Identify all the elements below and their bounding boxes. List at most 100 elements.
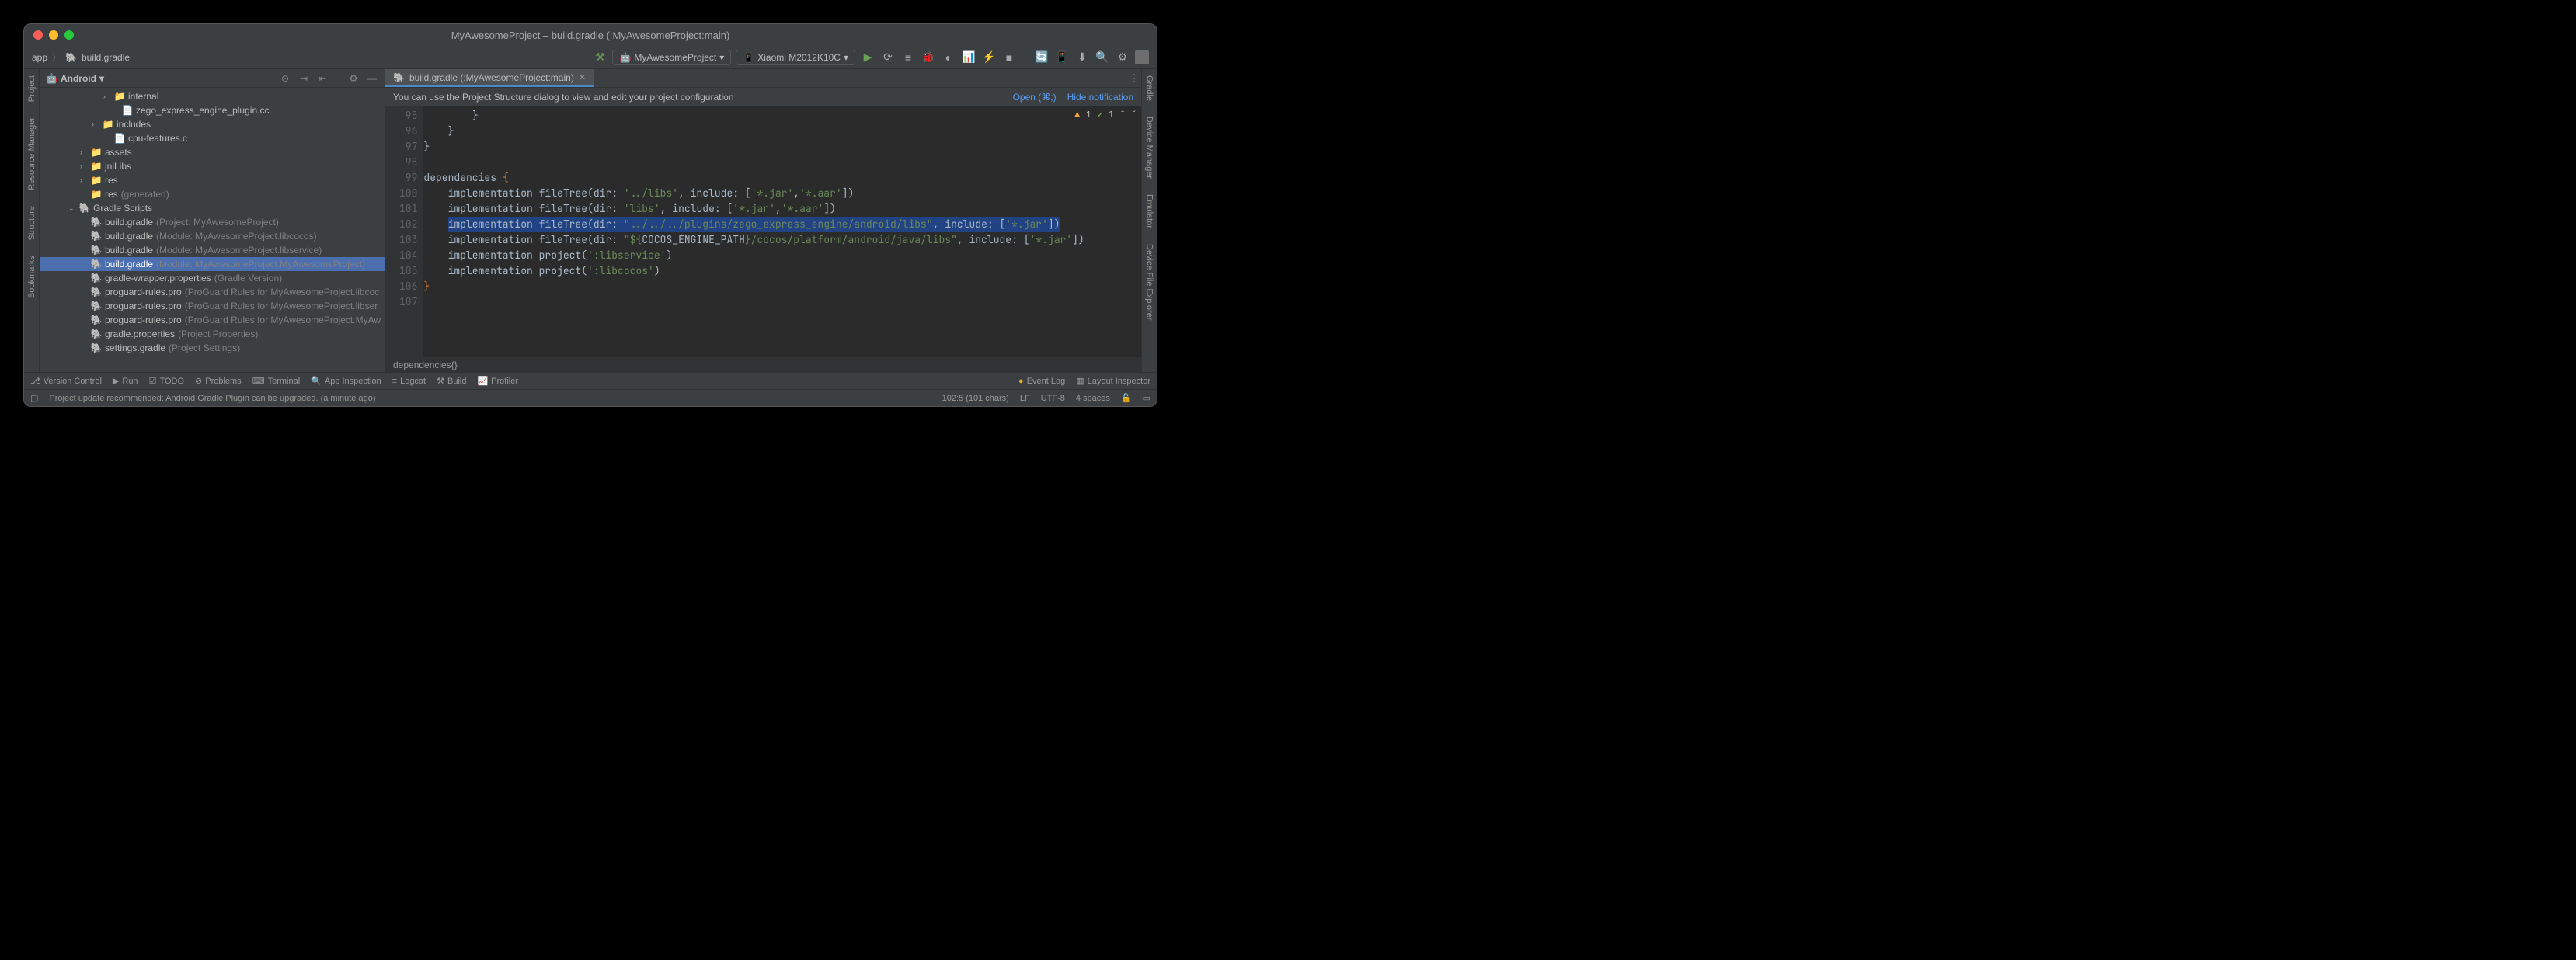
bookmarks-tool-button[interactable]: Bookmarks: [27, 256, 37, 298]
open-project-structure-link[interactable]: Open (⌘;): [1013, 92, 1057, 103]
file-encoding[interactable]: UTF-8: [1041, 394, 1065, 403]
panel-settings-icon[interactable]: ⚙: [347, 72, 360, 85]
editor-notification-banner: You can use the Project Structure dialog…: [385, 88, 1141, 106]
collapse-all-icon[interactable]: ⇤: [316, 72, 329, 85]
profiler-tool-button[interactable]: 📈Profiler: [477, 376, 518, 386]
settings-icon[interactable]: ⚙: [1115, 50, 1130, 65]
indent-settings[interactable]: 4 spaces: [1076, 394, 1110, 403]
banner-message: You can use the Project Structure dialog…: [393, 92, 1002, 103]
chevron-up-icon[interactable]: ˆ: [1120, 110, 1126, 120]
layout-inspector-icon: ▦: [1076, 376, 1084, 386]
problems-tool-button[interactable]: ⊘Problems: [195, 376, 242, 386]
tree-row[interactable]: ›📁res: [40, 173, 385, 187]
close-window-button[interactable]: [33, 30, 43, 40]
todo-tool-button[interactable]: ☑TODO: [149, 376, 184, 386]
tab-menu-icon[interactable]: ⋮: [1127, 69, 1141, 87]
tree-row[interactable]: 🐘proguard-rules.pro (ProGuard Rules for …: [40, 285, 385, 299]
hide-panel-icon[interactable]: —: [366, 72, 378, 85]
read-only-icon[interactable]: 🔓: [1121, 393, 1132, 403]
device-manager-tool-button[interactable]: Device Manager: [1145, 117, 1154, 179]
android-icon: 🤖: [46, 73, 57, 84]
tree-row[interactable]: ›📁internal: [40, 89, 385, 103]
tree-row[interactable]: 📁res (generated): [40, 187, 385, 201]
project-tool-button[interactable]: Project: [27, 75, 37, 102]
editor-breadcrumb[interactable]: dependencies{}: [385, 357, 1141, 372]
tree-row[interactable]: ›📁includes: [40, 117, 385, 131]
sync-gradle-icon[interactable]: 🔄: [1034, 50, 1050, 65]
caret-position[interactable]: 102:5 (101 chars): [942, 394, 1009, 403]
apply-changes-icon[interactable]: ⟳: [880, 50, 896, 65]
gradle-file-icon: 🐘: [393, 72, 405, 83]
select-opened-file-icon[interactable]: ⊙: [279, 72, 291, 85]
hammer-build-icon[interactable]: ⚒: [592, 50, 607, 65]
resource-manager-tool-button[interactable]: Resource Manager: [27, 117, 37, 190]
tree-row[interactable]: 🐘build.gradle (Module: MyAwesomeProject.…: [40, 229, 385, 243]
line-separator[interactable]: LF: [1020, 394, 1030, 403]
app-inspection-tool-button[interactable]: 🔍App Inspection: [311, 376, 381, 386]
tree-row[interactable]: 🐘proguard-rules.pro (ProGuard Rules for …: [40, 313, 385, 327]
editor-gutter[interactable]: 9596979899100101102103104105106107: [385, 106, 423, 357]
tree-row[interactable]: 🐘build.gradle (Module: MyAwesomeProject.…: [40, 257, 385, 271]
tree-row[interactable]: 📄cpu-features.c: [40, 131, 385, 145]
code-editor[interactable]: ▲1 ✔1 ˆ ˇ 959697989910010110210310410510…: [385, 106, 1141, 357]
run-button[interactable]: ▶: [860, 50, 875, 65]
memory-indicator[interactable]: ▭: [1143, 393, 1150, 403]
structure-tool-button[interactable]: Structure: [27, 206, 37, 241]
close-tab-icon[interactable]: ✕: [579, 72, 586, 82]
todo-icon: ☑: [149, 376, 157, 386]
warning-icon: ▲: [1074, 110, 1080, 120]
gradle-file-icon: 🐘: [65, 52, 77, 63]
terminal-tool-button[interactable]: ⌨Terminal: [252, 376, 300, 386]
gradle-tool-button[interactable]: Gradle: [1145, 75, 1154, 101]
apply-code-changes-icon[interactable]: ≡: [900, 50, 916, 65]
device-file-explorer-tool-button[interactable]: Device File Explorer: [1145, 244, 1154, 320]
code-content[interactable]: } }} dependencies { implementation fileT…: [423, 106, 1141, 357]
tree-row[interactable]: 🐘settings.gradle (Project Settings): [40, 341, 385, 355]
check-icon: ✔: [1098, 110, 1103, 120]
editor-tab[interactable]: 🐘 build.gradle (:MyAwesomeProject:main) …: [385, 69, 594, 87]
breadcrumb-app[interactable]: app: [32, 52, 47, 63]
terminal-icon: ⌨: [252, 376, 265, 386]
status-icon[interactable]: ▢: [30, 393, 38, 403]
avd-manager-icon[interactable]: 📱: [1054, 50, 1070, 65]
phone-icon: 📱: [743, 52, 754, 63]
zoom-window-button[interactable]: [64, 30, 74, 40]
debug-button[interactable]: 🐞: [921, 50, 936, 65]
profile-icon[interactable]: 📊: [961, 50, 976, 65]
tree-row[interactable]: ⌄🐘Gradle Scripts: [40, 201, 385, 215]
sdk-manager-icon[interactable]: ⬇: [1074, 50, 1090, 65]
minimize-window-button[interactable]: [49, 30, 58, 40]
tree-row[interactable]: ›📁assets: [40, 145, 385, 159]
run-tool-button[interactable]: ▶Run: [113, 376, 138, 386]
tree-row[interactable]: 🐘build.gradle (Project: MyAwesomeProject…: [40, 215, 385, 229]
search-icon[interactable]: 🔍: [1095, 50, 1110, 65]
project-view-selector[interactable]: 🤖 Android ▾: [46, 73, 273, 84]
user-icon[interactable]: [1135, 50, 1149, 64]
tree-row[interactable]: 🐘gradle-wrapper.properties (Gradle Versi…: [40, 271, 385, 285]
emulator-tool-button[interactable]: Emulator: [1145, 194, 1154, 228]
expand-all-icon[interactable]: ⇥: [298, 72, 310, 85]
coverage-icon[interactable]: ◐: [941, 50, 956, 65]
tree-row[interactable]: 🐘build.gradle (Module: MyAwesomeProject.…: [40, 243, 385, 257]
device-selector[interactable]: 📱 Xiaomi M2012K10C ▾: [736, 50, 855, 65]
project-tree[interactable]: ›📁internal📄zego_express_engine_plugin.cc…: [40, 88, 385, 372]
event-log-tool-button[interactable]: ●Event Log: [1018, 377, 1065, 386]
left-tool-stripe: Project Resource Manager Structure Bookm…: [24, 69, 40, 372]
tree-row[interactable]: 🐘gradle.properties (Project Properties): [40, 327, 385, 341]
inspection-widget[interactable]: ▲1 ✔1 ˆ ˇ: [1074, 110, 1137, 120]
breadcrumb-file[interactable]: build.gradle: [82, 52, 130, 63]
tree-row[interactable]: ›📁jniLibs: [40, 159, 385, 173]
tree-row[interactable]: 🐘proguard-rules.pro (ProGuard Rules for …: [40, 299, 385, 313]
version-control-tool-button[interactable]: ⎇Version Control: [30, 376, 102, 386]
stop-button[interactable]: ■: [1001, 50, 1017, 65]
run-config-selector[interactable]: 🤖 MyAwesomeProject ▾: [612, 50, 731, 65]
chevron-down-icon: ▾: [844, 52, 848, 63]
build-tool-button[interactable]: ⚒Build: [437, 376, 466, 386]
status-message[interactable]: Project update recommended: Android Grad…: [49, 394, 931, 403]
hide-notification-link[interactable]: Hide notification: [1067, 92, 1133, 103]
layout-inspector-tool-button[interactable]: ▦Layout Inspector: [1076, 376, 1150, 386]
attach-debugger-icon[interactable]: ⚡: [981, 50, 997, 65]
tree-row[interactable]: 📄zego_express_engine_plugin.cc: [40, 103, 385, 117]
logcat-tool-button[interactable]: ≡Logcat: [392, 377, 426, 386]
chevron-down-icon[interactable]: ˇ: [1131, 110, 1137, 120]
